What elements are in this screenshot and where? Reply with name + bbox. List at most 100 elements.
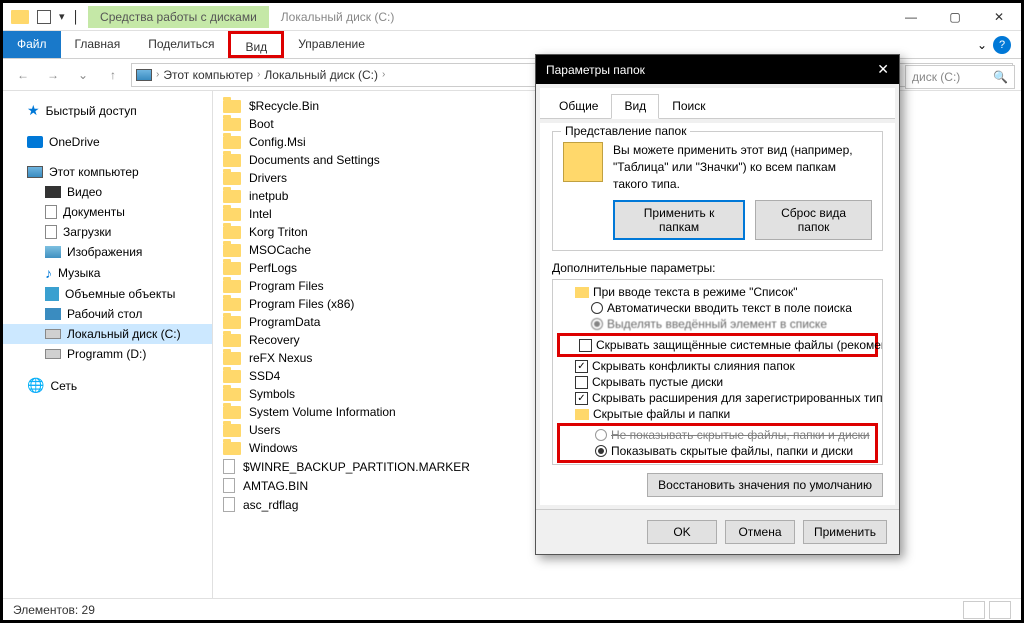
objects3d-icon xyxy=(45,287,59,301)
sidebar-network[interactable]: 🌐Сеть xyxy=(3,374,212,397)
adv-hide-ext[interactable]: Скрывать расширения для зарегистрированн… xyxy=(557,390,878,406)
checkbox-icon[interactable] xyxy=(575,392,588,405)
ribbon-tab-file[interactable]: Файл xyxy=(3,31,61,58)
sidebar-videos[interactable]: Видео xyxy=(3,182,212,202)
drive-icon xyxy=(45,329,61,339)
ribbon-tab-view[interactable]: Вид xyxy=(228,31,284,58)
cancel-button[interactable]: Отмена xyxy=(725,520,795,544)
qat-save-icon[interactable] xyxy=(37,10,51,24)
view-details-button[interactable] xyxy=(963,601,985,619)
file-name-label: $WINRE_BACKUP_PARTITION.MARKER xyxy=(243,460,470,474)
radio-icon[interactable] xyxy=(591,302,603,314)
file-name-label: Boot xyxy=(249,117,274,131)
sidebar-onedrive[interactable]: OneDrive xyxy=(3,132,212,152)
adv-hide-conflicts[interactable]: Скрывать конфликты слияния папок xyxy=(557,358,878,374)
maximize-button[interactable]: ▢ xyxy=(933,3,977,31)
folder-icon xyxy=(223,190,241,203)
dialog-titlebar[interactable]: Параметры папок ✕ xyxy=(536,55,899,84)
sidebar-documents[interactable]: Документы xyxy=(3,202,212,222)
nav-forward-button[interactable]: → xyxy=(41,63,65,87)
checkbox-icon[interactable] xyxy=(575,360,588,373)
dialog-tab-general[interactable]: Общие xyxy=(546,94,611,118)
file-name-label: inetpub xyxy=(249,189,288,203)
folder-icon xyxy=(223,280,241,293)
checkbox-icon[interactable] xyxy=(575,376,588,389)
qat-dropdown-icon[interactable]: ▾ xyxy=(59,10,65,23)
folder-icon xyxy=(223,316,241,329)
adv-hide-protected[interactable]: Скрывать защищённые системные файлы (рек… xyxy=(561,337,874,353)
adv-list-mode[interactable]: При вводе текста в режиме "Список" xyxy=(557,284,878,300)
folder-icon xyxy=(223,334,241,347)
file-name-label: Recovery xyxy=(249,333,300,347)
folder-icon xyxy=(223,208,241,221)
sidebar-3d-objects[interactable]: Объемные объекты xyxy=(3,284,212,304)
checkbox-icon[interactable] xyxy=(579,339,592,352)
view-large-button[interactable] xyxy=(989,601,1011,619)
folder-icon xyxy=(223,118,241,131)
apply-button[interactable]: Применить xyxy=(803,520,887,544)
download-icon xyxy=(45,225,57,239)
ribbon-tab-home[interactable]: Главная xyxy=(61,31,135,58)
folder-icon xyxy=(223,100,241,113)
sidebar-pictures[interactable]: Изображения xyxy=(3,242,212,262)
help-icon[interactable]: ? xyxy=(993,36,1011,54)
adv-show-hidden[interactable]: Показывать скрытые файлы, папки и диски xyxy=(561,443,874,459)
advanced-settings-label: Дополнительные параметры: xyxy=(552,261,883,275)
adv-hide-empty[interactable]: Скрывать пустые диски xyxy=(557,374,878,390)
sidebar-this-pc[interactable]: Этот компьютер xyxy=(3,162,212,182)
file-name-label: PerfLogs xyxy=(249,261,297,275)
file-name-label: System Volume Information xyxy=(249,405,396,419)
breadcrumb-drive-c[interactable]: Локальный диск (C:) xyxy=(264,68,378,82)
folder-icon xyxy=(223,424,241,437)
contextual-tab-drivetools[interactable]: Средства работы с дисками xyxy=(88,6,269,28)
breadcrumb-this-pc[interactable]: Этот компьютер xyxy=(163,68,253,82)
radio-icon[interactable] xyxy=(591,318,603,330)
file-name-label: SSD4 xyxy=(249,369,280,383)
adv-select-typed[interactable]: Выделять введённый элемент в списке xyxy=(557,316,878,332)
folder-icon xyxy=(223,352,241,365)
minimize-button[interactable]: — xyxy=(889,3,933,31)
document-icon xyxy=(45,205,57,219)
close-button[interactable]: ✕ xyxy=(977,3,1021,31)
dialog-tab-view[interactable]: Вид xyxy=(611,94,659,119)
adv-auto-type[interactable]: Автоматически вводить текст в поле поиск… xyxy=(557,300,878,316)
adv-hidden-group[interactable]: Скрытые файлы и папки xyxy=(557,406,878,422)
dialog-tab-search[interactable]: Поиск xyxy=(659,94,718,118)
ribbon-collapse-icon[interactable]: ⌄ xyxy=(977,38,987,52)
ok-button[interactable]: OK xyxy=(647,520,717,544)
radio-icon[interactable] xyxy=(595,445,607,457)
file-name-label: Documents and Settings xyxy=(249,153,380,167)
nav-back-button[interactable]: ← xyxy=(11,63,35,87)
folder-views-group: Представление папок Вы можете применить … xyxy=(552,131,883,251)
restore-defaults-button[interactable]: Восстановить значения по умолчанию xyxy=(647,473,883,497)
file-name-label: $Recycle.Bin xyxy=(249,99,319,113)
sidebar-drive-c[interactable]: Локальный диск (C:) xyxy=(3,324,212,344)
radio-icon[interactable] xyxy=(595,429,607,441)
folder-icon xyxy=(223,298,241,311)
reset-folders-button[interactable]: Сброс вида папок xyxy=(755,200,872,240)
file-name-label: Intel xyxy=(249,207,272,221)
adv-dont-show-hidden[interactable]: Не показывать скрытые файлы, папки и дис… xyxy=(561,427,874,443)
folder-options-dialog: Параметры папок ✕ Общие Вид Поиск Предст… xyxy=(535,54,900,555)
dialog-close-button[interactable]: ✕ xyxy=(877,61,889,78)
ribbon-tab-manage[interactable]: Управление xyxy=(284,31,379,58)
apply-to-folders-button[interactable]: Применить к папкам xyxy=(613,200,745,240)
sidebar-drive-d[interactable]: Programm (D:) xyxy=(3,344,212,364)
onedrive-icon xyxy=(27,136,43,148)
ribbon-tab-share[interactable]: Поделиться xyxy=(134,31,228,58)
folder-icon xyxy=(223,172,241,185)
folder-icon xyxy=(223,262,241,275)
desktop-icon xyxy=(45,308,61,320)
nav-up-button[interactable]: ↑ xyxy=(101,63,125,87)
sidebar-music[interactable]: ♪Музыка xyxy=(3,262,212,284)
search-input[interactable]: диск (C:) 🔍 xyxy=(905,65,1015,89)
sidebar-quick-access[interactable]: ★Быстрый доступ xyxy=(3,99,212,122)
file-name-label: ProgramData xyxy=(249,315,320,329)
nav-recent-dropdown[interactable]: ⌄ xyxy=(71,63,95,87)
advanced-settings-tree[interactable]: При вводе текста в режиме "Список" Автом… xyxy=(552,279,883,465)
file-name-label: Program Files (x86) xyxy=(249,297,354,311)
titlebar: ▾ │ Средства работы с дисками Локальный … xyxy=(3,3,1021,31)
sidebar-downloads[interactable]: Загрузки xyxy=(3,222,212,242)
file-name-label: Symbols xyxy=(249,387,295,401)
sidebar-desktop[interactable]: Рабочий стол xyxy=(3,304,212,324)
